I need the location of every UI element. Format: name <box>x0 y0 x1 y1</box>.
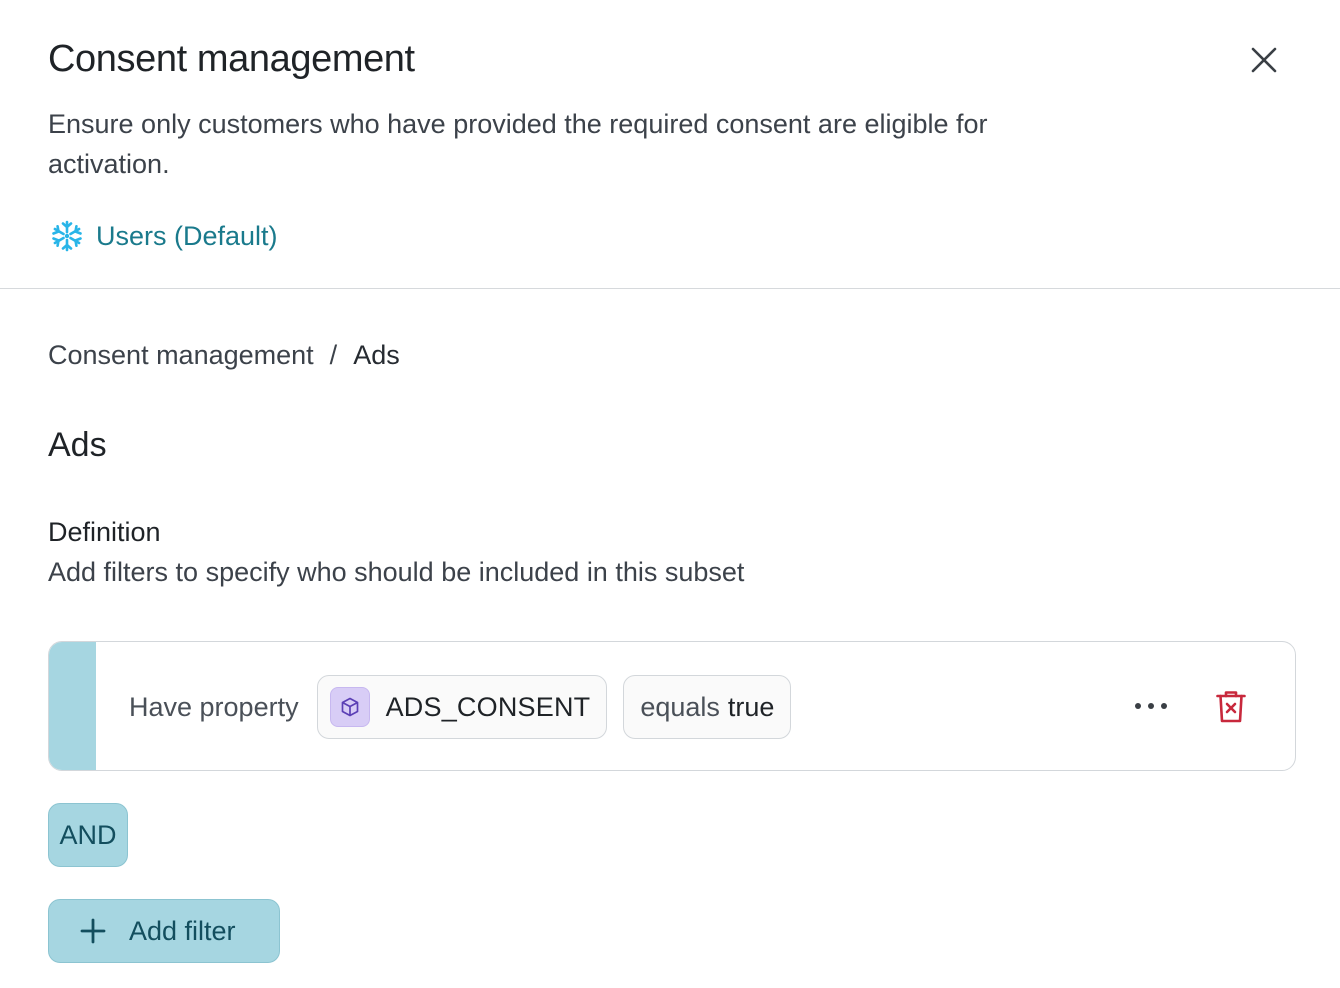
definition-description: Add filters to specify who should be inc… <box>48 557 745 587</box>
source-label: Users (Default) <box>96 220 278 251</box>
source-link[interactable]: Users (Default) <box>50 218 278 254</box>
page-title: Consent management <box>48 38 415 80</box>
filter-prefix: Have property <box>129 691 299 722</box>
breadcrumb-current: Ads <box>353 340 400 370</box>
and-button[interactable]: AND <box>48 803 128 867</box>
add-filter-button[interactable]: Add filter <box>48 899 280 963</box>
breadcrumb: Consent management / Ads <box>48 340 400 371</box>
consent-management-panel: Consent management Ensure only customers… <box>0 0 1340 988</box>
snowflake-icon <box>50 218 86 254</box>
condition-value: true <box>727 691 775 722</box>
filter-card: Have property ADS_CONSENT equals true <box>48 641 1296 771</box>
condition-chip[interactable]: equals true <box>623 675 792 739</box>
close-icon <box>1251 47 1277 73</box>
breadcrumb-root[interactable]: Consent management <box>48 340 314 371</box>
filter-accent-bar <box>49 642 96 770</box>
plus-icon <box>79 917 107 945</box>
filter-condition: Have property ADS_CONSENT equals true <box>129 675 807 739</box>
add-filter-label: Add filter <box>129 915 236 946</box>
section-title: Ads <box>48 426 107 464</box>
panel-header: Consent management Ensure only customers… <box>0 0 1340 289</box>
property-chip[interactable]: ADS_CONSENT <box>316 675 608 739</box>
property-name: ADS_CONSENT <box>385 691 591 722</box>
page-subtitle: Ensure only customers who have provided … <box>48 109 988 179</box>
breadcrumb-separator: / <box>329 340 338 370</box>
more-icon <box>1135 703 1167 709</box>
delete-filter-button[interactable] <box>1211 686 1251 728</box>
definition-title: Definition <box>48 517 161 547</box>
cube-icon <box>329 687 370 727</box>
close-button[interactable] <box>1238 34 1290 86</box>
trash-icon <box>1216 691 1246 723</box>
more-options-button[interactable] <box>1127 686 1175 726</box>
condition-operator: equals <box>640 691 720 722</box>
